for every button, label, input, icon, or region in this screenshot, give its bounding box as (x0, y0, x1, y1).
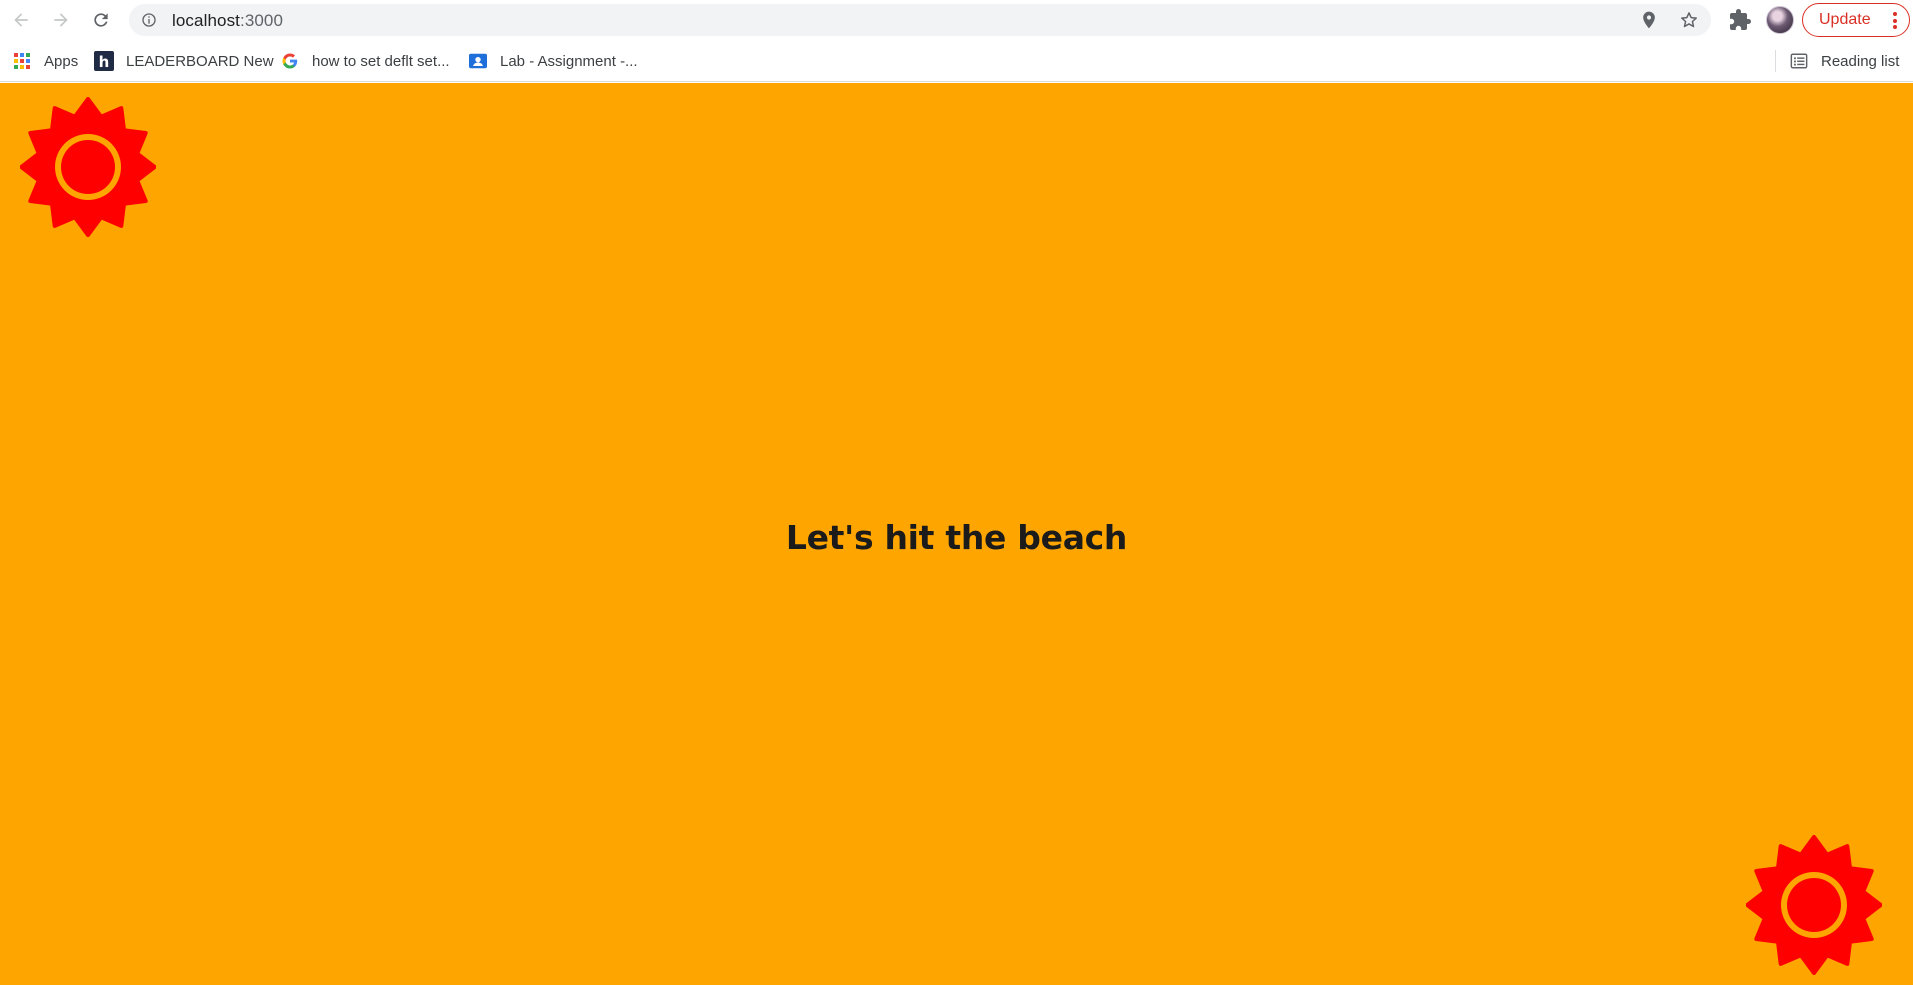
h-logo-icon: h (94, 51, 114, 71)
bookmarks-separator (1775, 50, 1776, 72)
arrow-right-icon (54, 13, 68, 27)
sun-icon (1746, 835, 1882, 975)
reading-list-icon (1789, 51, 1809, 71)
bookmark-google-search[interactable]: how to set deflt set... (280, 49, 450, 73)
address-bar[interactable]: localhost:3000 (129, 4, 1711, 36)
sun-icon (20, 97, 156, 237)
update-label: Update (1819, 11, 1871, 28)
page-content: Let's hit the beach (0, 83, 1913, 985)
back-button[interactable] (7, 6, 35, 34)
forward-button[interactable] (47, 6, 75, 34)
bookmark-leaderboard[interactable]: h LEADERBOARD New (94, 49, 274, 73)
page-heading: Let's hit the beach (785, 518, 1128, 557)
bookmark-label: how to set deflt set... (312, 52, 450, 70)
kebab-menu-icon[interactable] (1893, 12, 1897, 29)
bookmark-label: LEADERBOARD New (126, 52, 274, 70)
bookmark-apps[interactable]: Apps (12, 49, 78, 73)
classroom-icon (468, 51, 488, 71)
location-pin-icon[interactable] (1639, 10, 1659, 30)
url-host: localhost (172, 11, 240, 30)
reload-button[interactable] (87, 6, 115, 34)
browser-toolbar: localhost:3000 Update (0, 0, 1913, 40)
arrow-left-icon (14, 13, 28, 27)
puzzle-icon[interactable] (1728, 8, 1752, 32)
reading-list-button[interactable]: Reading list (1789, 49, 1899, 73)
bookmark-label: Apps (44, 52, 79, 70)
bookmarks-bar: Apps h LEADERBOARD New how to set deflt … (0, 40, 1913, 82)
url-text[interactable]: localhost:3000 (172, 11, 283, 31)
profile-avatar[interactable] (1766, 6, 1794, 34)
google-icon (280, 51, 300, 71)
info-icon[interactable] (141, 12, 157, 28)
bookmark-label: Lab - Assignment -... (500, 52, 638, 70)
reload-icon (94, 13, 108, 27)
reading-list-label: Reading list (1821, 52, 1900, 70)
url-port: :3000 (240, 11, 284, 30)
apps-grid-icon (12, 51, 32, 71)
update-button[interactable]: Update (1802, 3, 1910, 37)
svg-text:h: h (99, 53, 110, 71)
star-icon[interactable] (1679, 10, 1699, 30)
bookmark-lab-assignment[interactable]: Lab - Assignment -... (468, 49, 638, 73)
